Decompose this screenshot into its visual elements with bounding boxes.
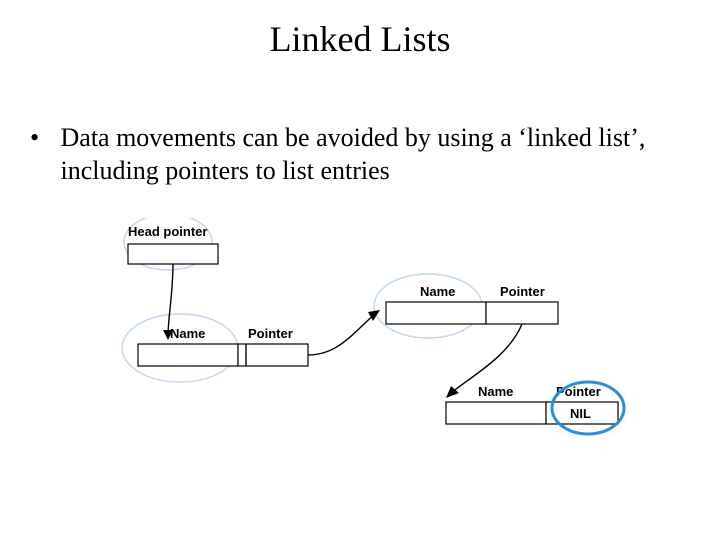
slide-title: Linked Lists bbox=[0, 18, 720, 60]
node3-name-label: Name bbox=[478, 384, 513, 399]
node3-pointer-label: Pointer bbox=[556, 384, 601, 399]
node1-pointer-label: Pointer bbox=[248, 326, 293, 341]
node3-name-box bbox=[446, 402, 546, 424]
slide: Linked Lists • Data movements can be avo… bbox=[0, 0, 720, 540]
head-pointer-label: Head pointer bbox=[128, 224, 207, 239]
head-pointer-box bbox=[128, 244, 218, 264]
node2-pointer-label: Pointer bbox=[500, 284, 545, 299]
node2-pointer-box bbox=[486, 302, 558, 324]
node1-name-label: Name bbox=[170, 326, 205, 341]
bullet-dot: • bbox=[30, 122, 54, 155]
bullet-item: • Data movements can be avoided by using… bbox=[30, 122, 690, 187]
node2-name-label: Name bbox=[420, 284, 455, 299]
node3-nil-text: NIL bbox=[570, 406, 591, 421]
bullet-text: Data movements can be avoided by using a… bbox=[61, 122, 681, 187]
node1-name-box bbox=[138, 344, 238, 366]
linked-list-diagram: Head pointer Name Pointer Name Pointer bbox=[108, 218, 628, 468]
node2-name-box bbox=[386, 302, 486, 324]
node1-pointer-box bbox=[238, 344, 308, 366]
arrow-node1-to-node2 bbox=[308, 313, 376, 355]
